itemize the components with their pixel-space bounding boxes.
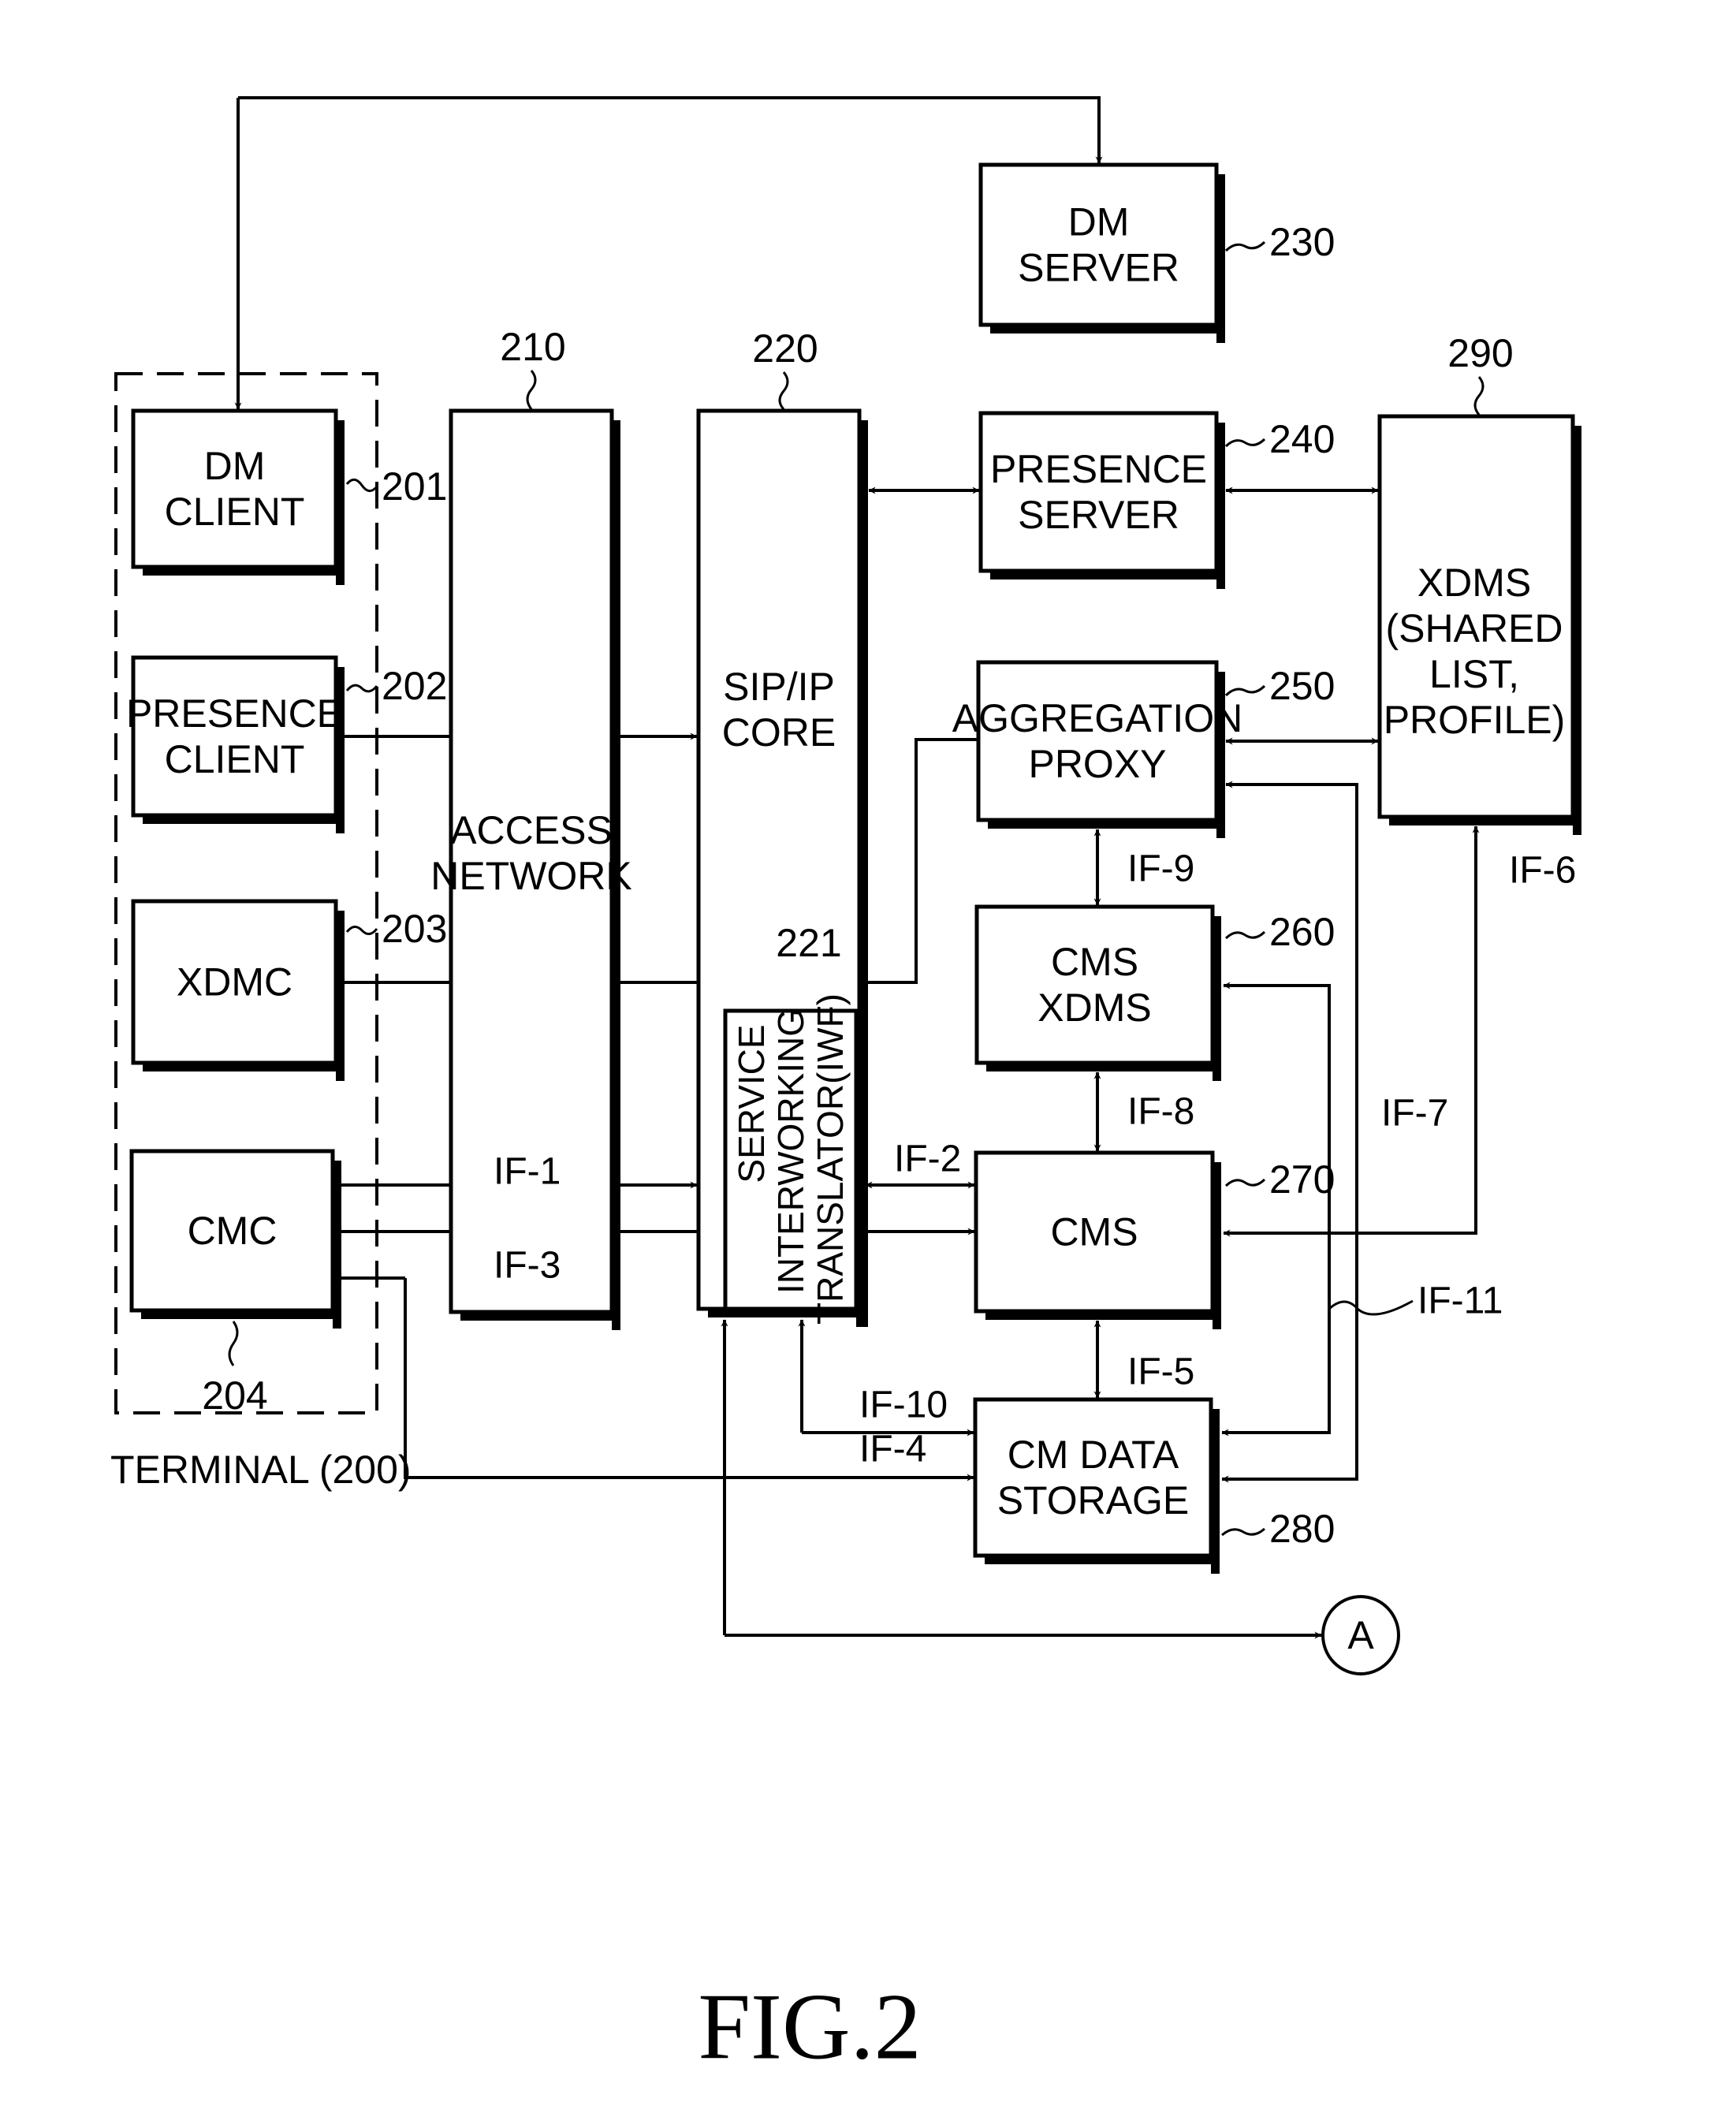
leader-line	[1224, 684, 1266, 697]
dm-server-label: DM	[1068, 200, 1130, 244]
xdms-shared-label: LIST,	[1429, 652, 1519, 696]
iwf-label: SERVICE	[731, 1024, 772, 1183]
aggregation-proxy-label: PROXY	[1028, 742, 1166, 786]
leader-line	[1221, 1527, 1265, 1537]
cms-ref: 270	[1269, 1157, 1335, 1202]
access-network-ref: 210	[500, 325, 565, 369]
interface-label-if4: IF-4	[859, 1429, 926, 1470]
cms-label: CMS	[1050, 1210, 1138, 1254]
presence-client-label: CLIENT	[165, 737, 305, 781]
cm-data-storage-label: STORAGE	[997, 1478, 1190, 1522]
dm-server-label: SERVER	[1018, 246, 1179, 290]
leader-line	[228, 1321, 239, 1366]
leader-line	[1224, 1178, 1266, 1187]
aggregation-proxy-ref: 250	[1269, 664, 1335, 708]
leader-line	[778, 371, 789, 411]
interface-label-if9: IF-9	[1127, 848, 1194, 890]
presence-client-ref: 202	[382, 664, 447, 708]
xdms-shared-label: (SHARED	[1385, 606, 1563, 650]
cmc-label: CMC	[188, 1209, 278, 1253]
iwf-label: TRANSLATOR(IWF)	[810, 993, 851, 1325]
block-outline	[978, 162, 1219, 327]
interface-label-if1: IF-1	[494, 1151, 561, 1193]
cms-xdms-label: XDMS	[1038, 986, 1151, 1030]
leader-line	[345, 684, 378, 693]
xdmc-label: XDMC	[177, 960, 292, 1004]
xdms-shared-label: PROFILE)	[1384, 698, 1566, 742]
figure-caption: FIG.2	[698, 1974, 921, 2079]
interface-label-if10: IF-10	[859, 1385, 948, 1426]
interface-label-if7: IF-7	[1381, 1093, 1448, 1135]
leader-line	[1473, 376, 1485, 416]
interface-label-if8: IF-8	[1127, 1091, 1194, 1133]
xdmc-ref: 203	[382, 907, 447, 951]
cms-xdms-ref: 260	[1269, 910, 1335, 954]
presence-server-label: SERVER	[1018, 493, 1179, 537]
xdms-shared-ref: 290	[1447, 331, 1513, 375]
dm-client-label: CLIENT	[165, 490, 305, 534]
dm-server-ref: 230	[1269, 220, 1335, 264]
cm-data-storage-label: CM DATA	[1008, 1433, 1179, 1477]
sip-ip-core-ref: 220	[752, 326, 818, 371]
if7-link	[1221, 781, 1358, 1483]
sip-ip-core-label: SIP/IP	[723, 665, 835, 709]
system-block-diagram: DMCLIENTPRESENCECLIENTXDMCCMCACCESSNETWO…	[110, 96, 1581, 2079]
presence-client-label: PRESENCE	[126, 691, 343, 736]
dm-client-ref: 201	[382, 464, 447, 509]
leader-line	[526, 370, 537, 410]
interface-label-if5: IF-5	[1127, 1351, 1194, 1393]
sip-ip-core-label: CORE	[722, 710, 836, 755]
leader-line	[1224, 930, 1266, 940]
if11-inner-link	[1221, 982, 1331, 1437]
interface-label-if2: IF-2	[894, 1139, 961, 1180]
access-network-label: NETWORK	[430, 854, 632, 898]
block-outline	[131, 408, 338, 569]
interface-label-if11: IF-11	[1417, 1280, 1503, 1322]
cm-data-storage-ref: 280	[1269, 1507, 1335, 1551]
presence-server-label: PRESENCE	[990, 447, 1207, 491]
dm-client-label: DM	[204, 444, 266, 488]
presence-server-ref: 240	[1269, 417, 1335, 461]
if6-link	[1223, 825, 1480, 1237]
cmc-ref: 204	[202, 1373, 267, 1418]
connector-a-label: A	[1347, 1613, 1374, 1657]
leader-line	[345, 926, 378, 935]
leader-line	[1224, 438, 1266, 448]
iwf-ref: 221	[776, 921, 841, 965]
leader-line	[1224, 240, 1266, 252]
iwf-label: INTERWORKING	[770, 1008, 811, 1294]
block-outline	[131, 655, 338, 818]
block-outline	[978, 411, 1219, 573]
terminal-label: TERMINAL (200)	[110, 1448, 412, 1492]
leader-line	[1328, 1299, 1414, 1316]
block-outline	[974, 904, 1215, 1065]
leader-line	[345, 478, 378, 493]
aggregation-proxy-label: AGGREGATION	[952, 696, 1243, 740]
interface-label-if3: IF-3	[494, 1245, 561, 1287]
xdms-shared-label: XDMS	[1417, 561, 1531, 605]
block-outline	[973, 1397, 1213, 1558]
cms-xdms-label: CMS	[1051, 940, 1138, 984]
interface-label-if6: IF-6	[1509, 850, 1576, 892]
block-outline	[976, 660, 1219, 822]
access-network-label: ACCESS	[450, 808, 613, 852]
dm-link-to-server	[238, 96, 1103, 164]
